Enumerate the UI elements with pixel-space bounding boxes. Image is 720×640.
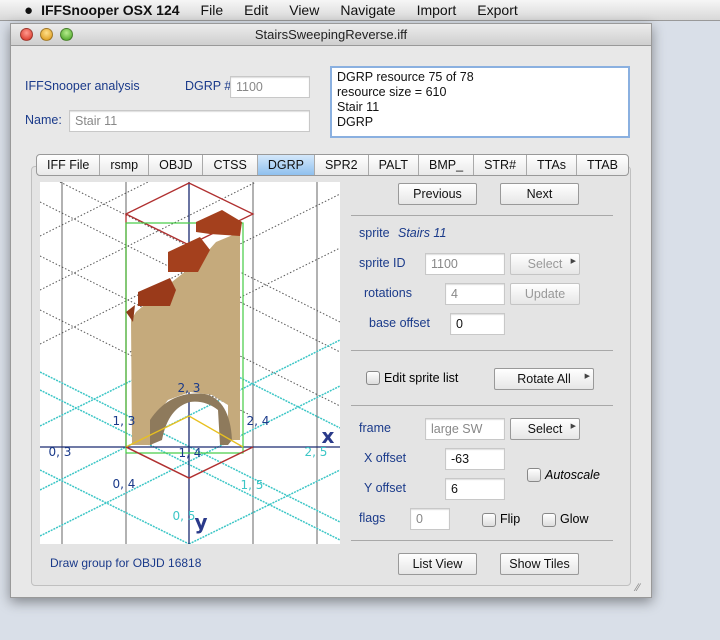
tab-ttas[interactable]: TTAs xyxy=(527,155,577,175)
frame-field[interactable]: large SW xyxy=(425,418,505,440)
tile-label: 1, 3 xyxy=(113,414,136,428)
sprite-name: Stairs 11 xyxy=(398,226,447,240)
draw-group-canvas[interactable]: 2, 3 1, 3 2, 4 0, 3 1, 4 2, 5 0, 4 1, 5 … xyxy=(40,182,340,544)
tile-label: 0, 3 xyxy=(49,445,72,459)
apple-icon[interactable]: ● xyxy=(24,2,33,19)
app-menu[interactable]: IFFSnooper OSX 124 xyxy=(41,2,179,18)
menu-arrow-icon: ▶ xyxy=(570,423,576,430)
divider xyxy=(351,540,613,541)
info-line: resource size = 610 xyxy=(337,85,447,99)
menu-export[interactable]: Export xyxy=(477,2,517,18)
x-axis-label: x xyxy=(322,424,335,448)
info-line: DGRP resource 75 of 78 xyxy=(337,70,474,84)
menu-edit[interactable]: Edit xyxy=(244,2,268,18)
menu-view[interactable]: View xyxy=(289,2,319,18)
dgrp-label: DGRP # xyxy=(185,79,232,93)
flags-field[interactable]: 0 xyxy=(410,508,450,530)
tile-label: 0, 4 xyxy=(113,477,136,491)
tile-label: 2, 3 xyxy=(178,381,201,395)
tab-dgrp[interactable]: DGRP xyxy=(257,155,315,175)
previous-button[interactable]: Previous xyxy=(398,183,477,205)
show-tiles-button[interactable]: Show Tiles xyxy=(500,553,579,575)
analysis-label: IFFSnooper analysis xyxy=(25,79,140,93)
tab-spr2[interactable]: SPR2 xyxy=(315,155,369,175)
button-label: Rotate All xyxy=(517,372,571,386)
flip-checkbox[interactable] xyxy=(482,513,496,527)
tab-rsmp[interactable]: rsmp xyxy=(100,155,150,175)
y-offset-label: Y offset xyxy=(364,481,406,495)
frame-label: frame xyxy=(359,421,391,435)
divider xyxy=(351,350,613,351)
sprite-id-label: sprite ID xyxy=(359,256,406,270)
minimize-button[interactable] xyxy=(40,28,53,41)
zoom-button[interactable] xyxy=(60,28,73,41)
name-field[interactable]: Stair 11 xyxy=(69,110,310,132)
menu-import[interactable]: Import xyxy=(417,2,457,18)
flip-label: Flip xyxy=(500,512,521,526)
sprite-label: sprite xyxy=(359,226,390,240)
info-textbox[interactable]: DGRP resource 75 of 78 resource size = 6… xyxy=(330,66,630,138)
footer-text: Draw group for OBJD 16818 xyxy=(50,556,202,570)
autoscale-label: Autoscale xyxy=(545,468,600,482)
glow-label: Glow xyxy=(560,512,589,526)
close-button[interactable] xyxy=(20,28,33,41)
tab-iff-file[interactable]: IFF File xyxy=(37,155,101,175)
button-label: Select xyxy=(527,422,563,436)
list-view-button[interactable]: List View xyxy=(398,553,477,575)
menu-arrow-icon: ▶ xyxy=(570,258,576,265)
flags-label: flags xyxy=(359,511,386,525)
sprite-select-button[interactable]: Select ▶ xyxy=(510,253,580,275)
name-label: Name: xyxy=(25,113,62,127)
info-line: DGRP xyxy=(337,115,374,129)
base-offset-field[interactable]: 0 xyxy=(450,313,505,335)
button-label: Select xyxy=(527,257,563,271)
info-line: Stair 11 xyxy=(337,100,380,114)
rotations-label: rotations xyxy=(364,286,412,300)
frame-select-button[interactable]: Select ▶ xyxy=(510,418,580,440)
menu-file[interactable]: File xyxy=(201,2,224,18)
divider xyxy=(351,405,613,406)
y-offset-field[interactable]: 6 xyxy=(445,478,505,500)
glow-checkbox[interactable] xyxy=(542,513,556,527)
rotate-all-button[interactable]: Rotate All ▶ xyxy=(494,368,594,390)
menu-arrow-icon: ▶ xyxy=(584,373,590,380)
edit-sprite-list-checkbox[interactable] xyxy=(366,371,380,385)
tab-palt[interactable]: PALT xyxy=(369,155,420,175)
menu-bar: ● IFFSnooper OSX 124 File Edit View Navi… xyxy=(0,0,720,21)
tab-bmp[interactable]: BMP_ xyxy=(419,155,475,175)
rotations-field[interactable]: 4 xyxy=(445,283,505,305)
menu-navigate[interactable]: Navigate xyxy=(340,2,395,18)
x-offset-field[interactable]: -63 xyxy=(445,448,505,470)
sprite-id-field[interactable]: 1100 xyxy=(425,253,505,275)
window-title: StairsSweepingReverse.iff xyxy=(254,27,408,42)
tab-ttab[interactable]: TTAB xyxy=(577,155,628,175)
x-offset-label: X offset xyxy=(364,451,407,465)
update-button[interactable]: Update xyxy=(510,283,580,305)
tile-label: 1, 5 xyxy=(241,478,264,492)
base-offset-label: base offset xyxy=(369,316,430,330)
divider xyxy=(351,215,613,216)
autoscale-checkbox[interactable] xyxy=(527,468,541,482)
tab-objd[interactable]: OBJD xyxy=(149,155,204,175)
title-bar[interactable]: StairsSweepingReverse.iff xyxy=(11,24,651,46)
tab-bar: IFF File rsmp OBJD CTSS DGRP SPR2 PALT B… xyxy=(36,154,629,176)
tab-ctss[interactable]: CTSS xyxy=(203,155,258,175)
resize-grip-icon[interactable]: ∕∕ xyxy=(636,582,640,594)
tab-str[interactable]: STR# xyxy=(474,155,528,175)
next-button[interactable]: Next xyxy=(500,183,579,205)
tile-label: 0, 5 xyxy=(173,509,196,523)
tile-label: 1, 4 xyxy=(179,446,202,460)
edit-sprite-list-label: Edit sprite list xyxy=(384,371,459,385)
tile-label: 2, 4 xyxy=(247,414,270,428)
dgrp-number-field[interactable]: 1100 xyxy=(230,76,310,98)
y-axis-label: y xyxy=(194,510,207,534)
